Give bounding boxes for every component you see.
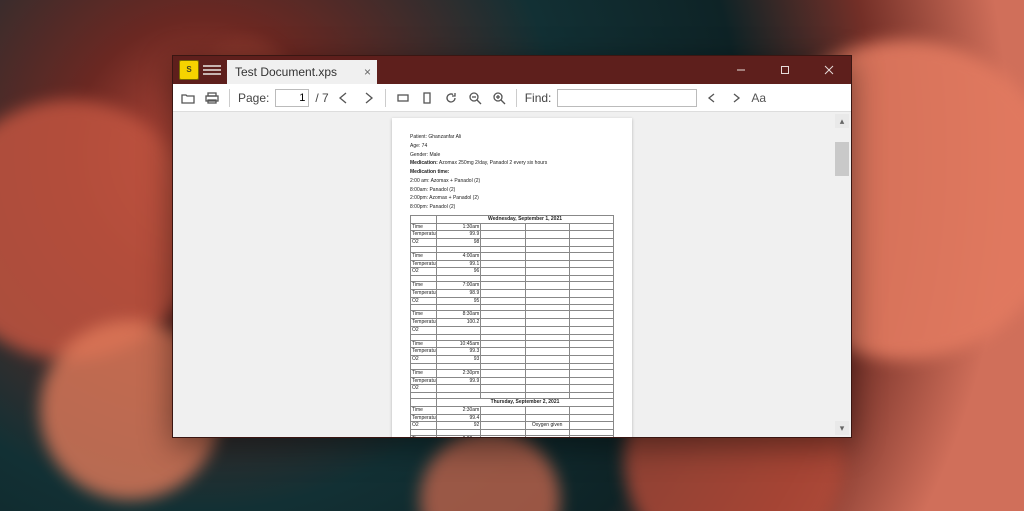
doc-m2: 8:00am: Panadol (2) <box>410 187 614 194</box>
print-icon[interactable] <box>203 89 221 107</box>
doc-patient: Patient: Ghanzanfar Ali <box>410 134 614 141</box>
window-controls <box>719 56 851 84</box>
page-total: / 7 <box>315 91 328 105</box>
prev-page-icon[interactable] <box>335 89 353 107</box>
rotate-icon[interactable] <box>442 89 460 107</box>
doc-m4: 8:00pm: Panadol (2) <box>410 204 614 211</box>
tab-close-icon[interactable]: × <box>364 65 371 79</box>
doc-table: Wednesday, September 1, 2021Time1:30amTe… <box>410 215 614 437</box>
scroll-down-icon[interactable]: ▾ <box>835 421 849 435</box>
page-label: Page: <box>238 91 269 105</box>
scroll-up-icon[interactable]: ▴ <box>835 114 849 128</box>
doc-medication: Medication: Azomax 250mg 2/day, Panadol … <box>410 160 614 167</box>
document-tab[interactable]: Test Document.xps × <box>227 60 377 84</box>
maximize-button[interactable] <box>763 56 807 84</box>
page-number-input[interactable] <box>275 89 309 107</box>
find-next-icon[interactable] <box>727 89 745 107</box>
next-page-icon[interactable] <box>359 89 377 107</box>
app-icon: S <box>179 60 199 80</box>
scrollbar-thumb[interactable] <box>835 142 849 176</box>
doc-gender: Gender: Male <box>410 152 614 159</box>
find-label: Find: <box>525 91 552 105</box>
document-viewport[interactable]: ▴ ▾ Patient: Ghanzanfar Ali Age: 74 Gend… <box>173 112 851 437</box>
find-input[interactable] <box>557 89 697 107</box>
fit-width-icon[interactable] <box>394 89 412 107</box>
zoom-in-icon[interactable] <box>490 89 508 107</box>
separator <box>229 89 230 107</box>
separator <box>516 89 517 107</box>
toolbar: Page: / 7 Find: Aa <box>173 84 851 112</box>
doc-medtime-label: Medication time: <box>410 169 614 176</box>
open-file-icon[interactable] <box>179 89 197 107</box>
separator <box>385 89 386 107</box>
doc-age: Age: 74 <box>410 143 614 150</box>
zoom-out-icon[interactable] <box>466 89 484 107</box>
match-case-icon[interactable]: Aa <box>751 91 766 105</box>
app-window: S Test Document.xps × Page: / 7 Find: A <box>172 55 852 438</box>
titlebar: S Test Document.xps × <box>173 56 851 84</box>
close-button[interactable] <box>807 56 851 84</box>
document-page: Patient: Ghanzanfar Ali Age: 74 Gender: … <box>392 118 632 437</box>
hamburger-menu-icon[interactable] <box>203 61 221 79</box>
tab-title: Test Document.xps <box>235 65 337 79</box>
doc-m3: 2:00pm: Azomax + Panadol (2) <box>410 195 614 202</box>
doc-m1: 2:00 am: Azomax + Panadol (2) <box>410 178 614 185</box>
find-prev-icon[interactable] <box>703 89 721 107</box>
minimize-button[interactable] <box>719 56 763 84</box>
fit-page-icon[interactable] <box>418 89 436 107</box>
